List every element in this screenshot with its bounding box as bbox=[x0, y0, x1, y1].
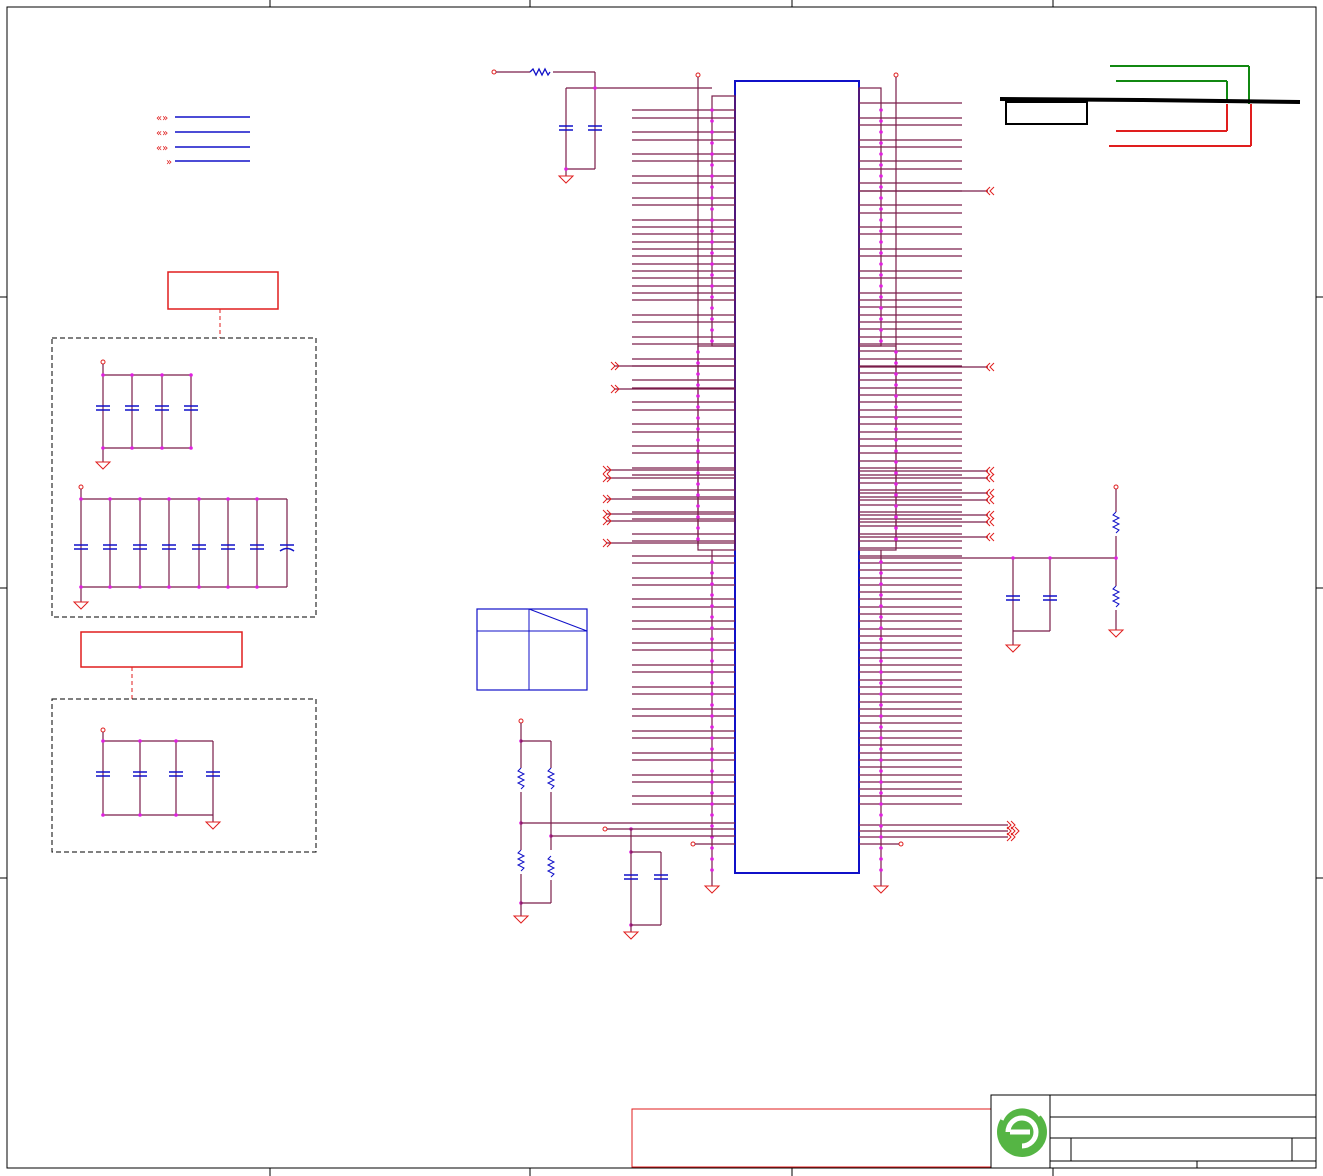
notes-box bbox=[631, 1108, 992, 1168]
company-logo-icon bbox=[997, 1105, 1047, 1157]
config-table bbox=[476, 608, 588, 691]
offpage-net-stubs: «» «» «» » bbox=[156, 113, 250, 168]
svg-text:«»: «» bbox=[156, 128, 168, 139]
svg-text:«»: «» bbox=[156, 143, 168, 154]
left-signal-bus bbox=[79, 86, 735, 927]
left-offpage-connectors bbox=[602, 361, 620, 548]
group-1-label-box bbox=[167, 271, 279, 310]
right-offpage-connectors bbox=[985, 186, 1020, 842]
svg-text:»: » bbox=[166, 157, 172, 168]
svg-text:«»: «» bbox=[156, 113, 168, 124]
decoupling-group-1 bbox=[51, 271, 317, 618]
title-block bbox=[990, 1094, 1317, 1169]
decoupling-group-2 bbox=[51, 631, 317, 853]
right-divider-network bbox=[859, 484, 1125, 653]
top-rc-network bbox=[491, 67, 712, 184]
group-2-label-box bbox=[80, 631, 243, 668]
schematic-sheet: «» «» «» » bbox=[0, 0, 1323, 1176]
hand-annotation bbox=[999, 65, 1301, 147]
bottom-resistor-network bbox=[512, 718, 735, 940]
